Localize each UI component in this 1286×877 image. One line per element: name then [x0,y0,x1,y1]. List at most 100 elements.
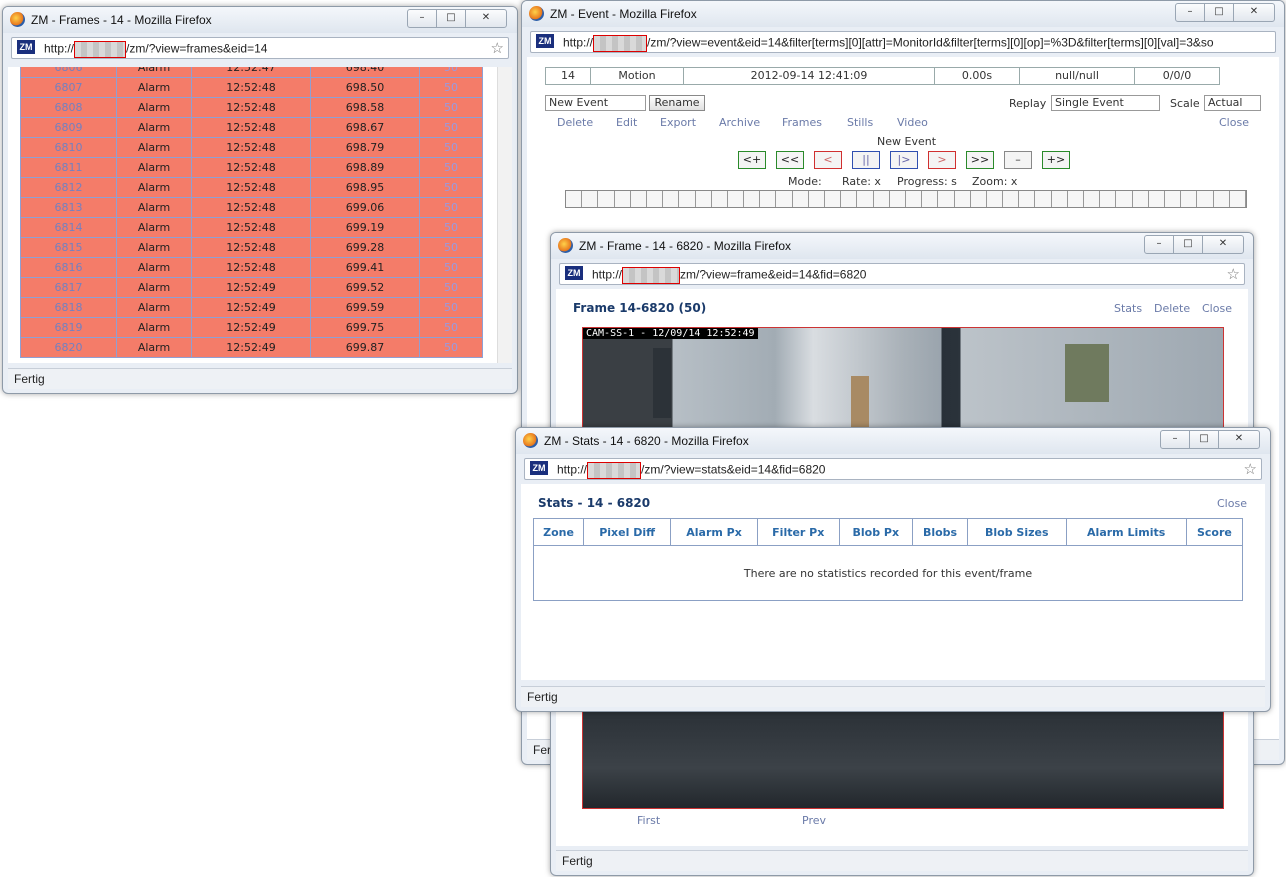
table-row[interactable]: 6817 Alarm 12:52:49 699.52 50 [20,277,483,298]
progress-segment[interactable] [808,191,825,207]
address-bar[interactable]: ZM http:///zm/?view=event&eid=14&filter[… [530,31,1276,53]
frame-id[interactable]: 6815 [20,237,117,258]
close-link[interactable]: Close [1217,497,1247,510]
progress-segment[interactable] [566,191,583,207]
progress-segment[interactable] [857,191,874,207]
frame-score[interactable]: 50 [419,317,483,338]
frame-id[interactable]: 6811 [20,157,117,178]
table-row[interactable]: 6813 Alarm 12:52:48 699.06 50 [20,197,483,218]
url-text[interactable]: http:///zm/?view=event&eid=14&filter[ter… [563,35,1214,52]
progress-bar[interactable] [565,190,1247,208]
progress-segment[interactable] [938,191,955,207]
frame-id[interactable]: 6812 [20,177,117,198]
progress-segment[interactable] [663,191,680,207]
progress-segment[interactable] [582,191,599,207]
scale-select[interactable]: Actual [1204,95,1261,111]
frames-link[interactable]: Frames [782,116,822,129]
progress-segment[interactable] [679,191,696,207]
column-header[interactable]: Filter Px [756,518,840,546]
frame-score[interactable]: 50 [419,337,483,358]
column-header[interactable]: Blobs [912,518,968,546]
address-bar[interactable]: ZM http:///zm/?view=frames&eid=14 ☆ [11,37,509,59]
progress-segment[interactable] [1100,191,1117,207]
frame-score[interactable]: 50 [419,297,483,318]
close-button[interactable]: ✕ [465,9,507,28]
frame-id[interactable]: 6813 [20,197,117,218]
delete-link[interactable]: Delete [1154,302,1190,315]
progress-segment[interactable] [905,191,923,207]
edit-link[interactable]: Edit [616,116,637,129]
frame-id[interactable]: 6809 [20,117,117,138]
column-header[interactable]: Alarm Px [670,518,758,546]
frame-score[interactable]: 50 [419,257,483,278]
video-link[interactable]: Video [897,116,928,129]
url-text[interactable]: http:///zm/?view=stats&eid=14&fid=6820 [557,462,825,479]
progress-segment[interactable] [1164,191,1182,207]
progress-segment[interactable] [1084,191,1101,207]
bookmark-star-icon[interactable]: ☆ [491,39,504,57]
scrollbar[interactable] [497,67,512,363]
stats-link[interactable]: Stats [1114,302,1142,315]
frame-id[interactable]: 6819 [20,317,117,338]
frame-score[interactable]: 50 [419,277,483,298]
progress-segment[interactable] [776,191,793,207]
frame-score[interactable]: 50 [419,77,483,98]
event-name-input[interactable]: New Event [545,95,646,111]
column-header[interactable]: Blob Px [838,518,914,546]
close-button[interactable]: ✕ [1202,235,1244,254]
replay-select[interactable]: Single Event [1051,95,1160,111]
minimize-button[interactable]: – [1144,235,1174,254]
export-link[interactable]: Export [660,116,696,129]
progress-segment[interactable] [1019,191,1036,207]
progress-segment[interactable] [825,191,842,207]
progress-segment[interactable] [873,191,890,207]
progress-segment[interactable] [1197,191,1214,207]
table-row[interactable]: 6814 Alarm 12:52:48 699.19 50 [20,217,483,238]
nav-zoom-out-button[interactable]: – [1004,151,1032,169]
address-bar[interactable]: ZM http:///zm/?view=stats&eid=14&fid=682… [524,458,1262,480]
frame-score[interactable]: 50 [419,137,483,158]
progress-segment[interactable] [598,191,615,207]
table-row[interactable]: 6811 Alarm 12:52:48 698.89 50 [20,157,483,178]
minimize-button[interactable]: – [1160,430,1190,449]
frame-id[interactable]: 6820 [20,337,117,358]
table-row[interactable]: 6808 Alarm 12:52:48 698.58 50 [20,97,483,118]
table-row[interactable]: 6812 Alarm 12:52:48 698.95 50 [20,177,483,198]
progress-segment[interactable] [1067,191,1084,207]
minimize-button[interactable]: – [407,9,437,28]
progress-segment[interactable] [1181,191,1198,207]
maximize-button[interactable]: □ [1189,430,1219,449]
archive-link[interactable]: Archive [719,116,760,129]
table-row[interactable]: 6820 Alarm 12:52:49 699.87 50 [20,337,483,358]
close-button[interactable]: ✕ [1218,430,1260,449]
column-header[interactable]: Pixel Diff [583,518,672,546]
column-header[interactable]: Zone [532,518,585,546]
delete-link[interactable]: Delete [557,116,593,129]
progress-segment[interactable] [1003,191,1020,207]
nav-last-button[interactable]: +> [1042,151,1070,169]
progress-segment[interactable] [1116,191,1133,207]
table-row[interactable]: 6819 Alarm 12:52:49 699.75 50 [20,317,483,338]
frame-id[interactable]: 6816 [20,257,117,278]
progress-segment[interactable] [986,191,1004,207]
address-bar[interactable]: ZM http://zm/?view=frame&eid=14&fid=6820… [559,263,1245,285]
url-text[interactable]: http://zm/?view=frame&eid=14&fid=6820 [592,267,866,284]
progress-segment[interactable] [646,191,664,207]
progress-segment[interactable] [1213,191,1230,207]
maximize-button[interactable]: □ [1173,235,1203,254]
table-row[interactable]: 6816 Alarm 12:52:48 699.41 50 [20,257,483,278]
nav-rewind-button[interactable]: << [776,151,804,169]
progress-segment[interactable] [954,191,971,207]
frame-score[interactable]: 50 [419,117,483,138]
prev-link[interactable]: Prev [802,814,826,827]
progress-segment[interactable] [922,191,939,207]
table-row[interactable]: 6810 Alarm 12:52:48 698.79 50 [20,137,483,158]
column-header[interactable]: Score [1185,518,1244,546]
nav-prev-button[interactable]: < [814,151,842,169]
table-row[interactable]: 6815 Alarm 12:52:48 699.28 50 [20,237,483,258]
progress-segment[interactable] [630,191,647,207]
url-text[interactable]: http:///zm/?view=frames&eid=14 [44,41,267,58]
frame-id[interactable]: 6810 [20,137,117,158]
progress-segment[interactable] [1229,191,1246,207]
frame-id[interactable]: 6807 [20,77,117,98]
